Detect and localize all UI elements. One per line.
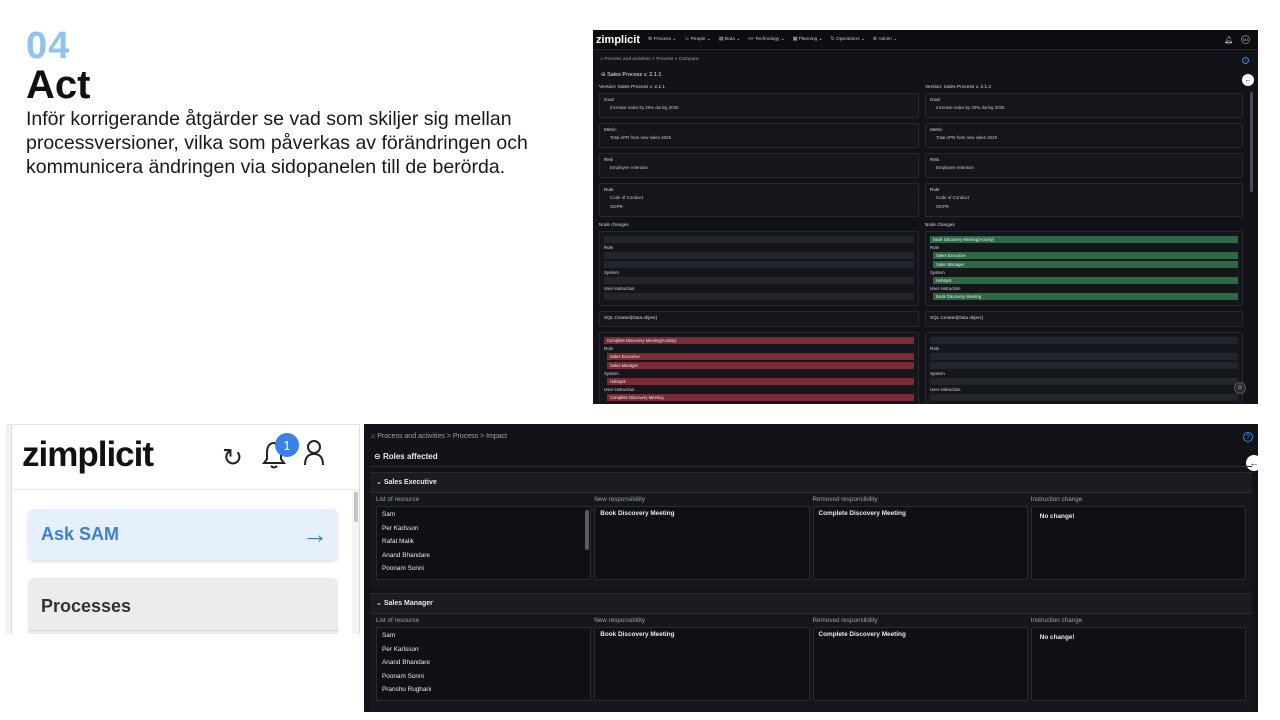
user-icon[interactable]	[303, 439, 325, 467]
sql-box: SQL.Created(Data object)	[599, 311, 919, 327]
compare-screenshot: zimplicit ⚙ Process ⌄ ☺ People ⌄ ▤ Data …	[593, 30, 1258, 404]
risk-box: Risk Employee retention	[925, 153, 1243, 178]
list-item: Poonam Sonni	[382, 672, 424, 680]
compare-right-column: Version: Sales Process v. 2.1.2 Goal Incr…	[925, 85, 1243, 404]
list-item: Per Karlsson	[382, 524, 419, 532]
removed-responsibility: Complete Discovery Meeting	[812, 627, 1028, 701]
collapse-button[interactable]: ←	[1246, 455, 1258, 471]
version-header: Version: Sales Process v. 2.1.2	[925, 85, 992, 90]
processes-label: Processes	[41, 596, 132, 616]
compare-left-column: Version: Sales Process v. 2.1.1 Goal Incr…	[599, 85, 919, 404]
nav-data[interactable]: ▤ Data ⌄	[719, 37, 740, 42]
slide-description: Inför korrigerande åtgärder se vad som s…	[26, 108, 528, 178]
list-item: Anand Bhandare	[382, 551, 430, 559]
rule-box: Rule Code of Conduct GDPR	[925, 183, 1243, 217]
side-panel: zimplicit ↻ 1 Ask SAM → Processes	[6, 424, 360, 634]
group-header[interactable]: ⌄ Sales Manager	[370, 594, 1252, 614]
slide-number: 04	[26, 25, 71, 67]
node-changes-box: Role System User instruction	[599, 231, 919, 306]
breadcrumb: ⌂ Process and activities > Process > Imp…	[371, 433, 508, 440]
column-header: New responsibility	[594, 617, 645, 624]
column-header: Removed responsibility	[812, 496, 878, 503]
home-icon[interactable]: ⌂	[371, 433, 375, 440]
node-changes-label: Node changes	[925, 222, 955, 227]
goal-box: Goal Increase sales by 25% during 2025	[599, 93, 919, 118]
main-nav: ⚙ Process ⌄ ☺ People ⌄ ▤ Data ⌄ <> Techn…	[648, 37, 897, 42]
goal-box: Goal Increase sales by 25% during 2025	[925, 93, 1243, 118]
panel-scrollbar[interactable]	[352, 490, 359, 634]
nav-admin[interactable]: ⚙ Admin ⌄	[873, 37, 897, 42]
column-header: Instruction change	[1030, 617, 1083, 624]
instruction-change: No change!	[1030, 506, 1246, 580]
new-responsibility: Book Discovery Meeting	[594, 627, 810, 701]
collapse-button[interactable]: ←	[1242, 74, 1254, 86]
rule-box: Rule Code of Conduct GDPR	[599, 183, 919, 217]
scrollbar[interactable]	[1250, 92, 1253, 192]
metric-box: Metric Total APR from new sales 2025	[599, 123, 919, 148]
list-item: Anand Bhandare	[382, 659, 430, 667]
resource-list: Sam Per Karlsson Rafat Malik Anand Bhand…	[376, 506, 592, 580]
version-header: Version: Sales Process v. 2.1.1	[599, 85, 666, 90]
column-header: List of resource	[376, 496, 420, 503]
column-header: Removed responsibility	[812, 617, 878, 624]
page-title: ⊖ Roles affected	[374, 452, 438, 461]
breadcrumb: ⌂ Process and activities > Process > Com…	[600, 57, 699, 62]
instruction-change: No change!	[1030, 627, 1246, 701]
nav-operations[interactable]: ↻ Operations ⌄	[831, 37, 865, 42]
removed-activity-box: Complete Discovery Meeting(Activity) Rol…	[599, 332, 919, 404]
list-item: Rafat Malik	[382, 538, 414, 546]
processes-section[interactable]: Processes	[28, 578, 338, 634]
ask-sam-button[interactable]: Ask SAM →	[28, 509, 338, 560]
panel-logo[interactable]: zimplicit	[22, 435, 154, 475]
column-header: List of resource	[376, 617, 420, 624]
refresh-icon[interactable]: ↻	[222, 443, 243, 473]
list-scrollbar[interactable]	[585, 510, 590, 550]
title-divider	[370, 466, 1252, 467]
panel-edge	[6, 425, 12, 634]
list-item: Sam	[382, 632, 396, 639]
slide-title: Act	[26, 63, 91, 107]
node-changes-label: Node changes	[599, 222, 629, 227]
removed-responsibility: Complete Discovery Meeting	[812, 506, 1028, 580]
sql-box: SQL.Created(Data object)	[925, 311, 1243, 327]
resource-list: Sam Per Karlsson Anand Bhandare Poonam S…	[376, 627, 592, 701]
help-icon[interactable]: ?	[1243, 432, 1253, 442]
home-icon[interactable]: ⌂	[600, 57, 603, 62]
risk-box: Risk Employee retention	[599, 153, 919, 178]
nav-planning[interactable]: ▦ Planning ⌄	[793, 37, 823, 42]
page-title: ⊖ Sales Process v. 2.1.1	[601, 72, 662, 78]
top-navbar: zimplicit ⚙ Process ⌄ ☺ People ⌄ ▤ Data …	[593, 30, 1258, 50]
notification-badge: 1	[275, 433, 299, 457]
metric-box: Metric Total APR from new sales 2025	[925, 123, 1243, 148]
help-icon[interactable]: ?	[1242, 57, 1249, 64]
processes-divider	[28, 630, 338, 631]
nav-people[interactable]: ☺ People ⌄	[684, 37, 711, 42]
impact-screenshot: ⌂ Process and activities > Process > Imp…	[364, 424, 1258, 712]
chat-icon[interactable]: ☺	[1234, 382, 1246, 394]
nav-technology[interactable]: <> Technology ⌄	[748, 37, 785, 42]
app-logo[interactable]: zimplicit	[596, 34, 640, 46]
list-item: Per Karlsson	[382, 645, 419, 653]
list-item: Poonam Sonni	[382, 565, 424, 573]
role-group-sales-executive: ⌄ Sales Executive List of resource Sam P…	[370, 472, 1252, 590]
list-item: Sam	[382, 511, 396, 518]
avatar[interactable]: MJ	[1241, 35, 1250, 44]
empty-activity-box: Role System User instruction	[925, 332, 1243, 404]
ask-sam-label: Ask SAM	[41, 524, 120, 544]
bell-icon[interactable]: 🔔︎	[1224, 36, 1233, 44]
list-item: Pranshu Rughani	[382, 686, 432, 694]
added-activity-box: Book Discovery Meeting(Activity) Role Sa…	[925, 231, 1243, 306]
nav-process[interactable]: ⚙ Process ⌄	[648, 37, 676, 42]
group-header[interactable]: ⌄ Sales Executive	[370, 473, 1252, 493]
column-header: New responsibility	[594, 496, 645, 503]
role-group-sales-manager: ⌄ Sales Manager List of resource Sam Per…	[370, 593, 1252, 712]
header-divider	[12, 489, 359, 490]
arrow-right-icon: →	[302, 519, 328, 549]
column-header: Instruction change	[1030, 496, 1083, 503]
new-responsibility: Book Discovery Meeting	[594, 506, 810, 580]
